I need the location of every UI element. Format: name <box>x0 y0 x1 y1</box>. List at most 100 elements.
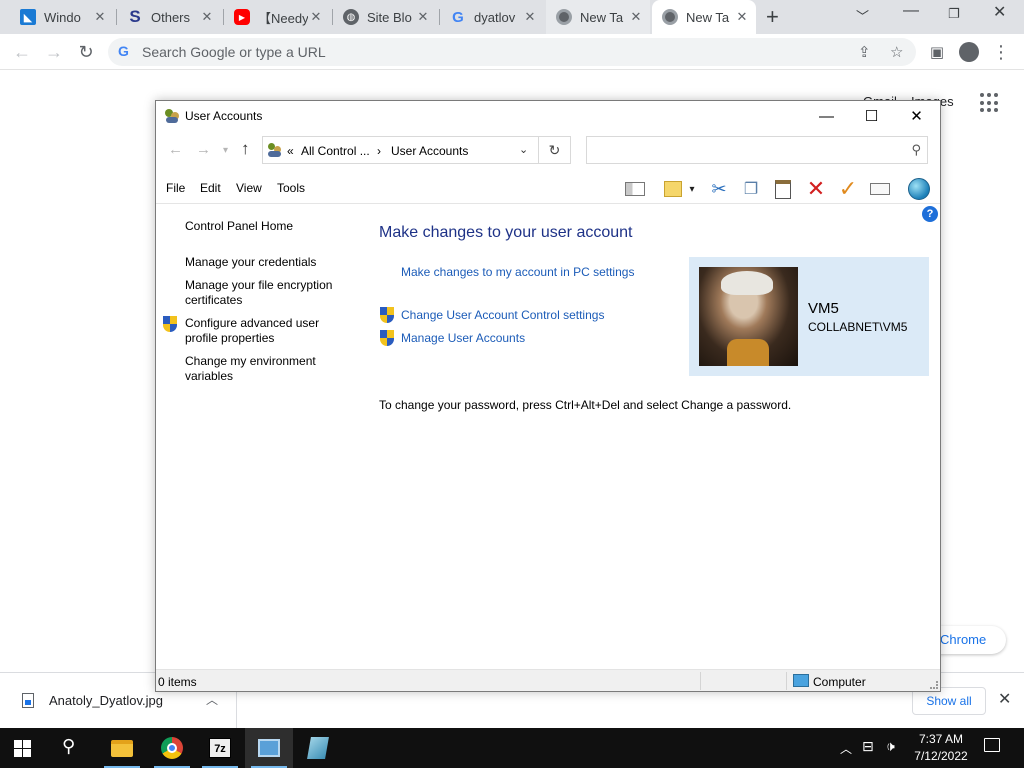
up-arrow-icon[interactable]: ↑ <box>241 139 250 159</box>
paste-icon[interactable] <box>770 177 796 201</box>
taskbar-search-icon[interactable]: ⚲ <box>62 736 75 757</box>
restore-button[interactable]: ❐ <box>948 6 960 22</box>
network-icon[interactable]: ⊟ <box>862 738 874 755</box>
tab-needy[interactable]: ▶ 【Needy ✕ <box>224 0 330 34</box>
file-encryption-link[interactable]: Manage your file encryption certificates <box>185 278 350 308</box>
checkmark-icon[interactable]: ✓ <box>835 176 861 201</box>
control-panel-taskbar-button[interactable] <box>245 728 293 768</box>
address-crumb-control-panel[interactable]: All Control ... <box>301 144 370 158</box>
chevron-up-icon[interactable]: ︿ <box>840 740 852 757</box>
close-tab-icon[interactable]: ✕ <box>734 9 750 25</box>
chevron-up-icon[interactable]: ︿ <box>206 691 218 708</box>
refresh-button[interactable]: ↻ <box>539 136 571 164</box>
user-card: VM5 COLLABNET\VM5 <box>689 257 929 376</box>
image-file-icon <box>22 693 34 708</box>
windows-start-icon[interactable] <box>14 740 31 757</box>
tab-new-tab-active[interactable]: New Ta ✕ <box>652 0 756 34</box>
close-tab-icon[interactable]: ✕ <box>415 9 431 25</box>
item-count: 0 items <box>158 675 197 689</box>
properties-icon[interactable] <box>660 177 686 201</box>
environment-variables-link[interactable]: Change my environment variables <box>185 354 350 384</box>
taskbar: ⚲ 7z ︿ ⊟ 🕩 7:37 AM 7/12/2022 <box>0 728 1024 768</box>
close-tab-icon[interactable]: ✕ <box>199 9 215 25</box>
file-explorer-taskbar-button[interactable] <box>98 728 146 768</box>
tab-new-tab[interactable]: New Ta ✕ <box>546 0 650 34</box>
page-heading: Make changes to your user account <box>379 224 633 241</box>
recent-locations-chevron-icon[interactable]: ▾ <box>223 145 228 156</box>
customize-label: Chrome <box>940 632 987 647</box>
7zip-icon: 7z <box>209 738 231 758</box>
volume-icon[interactable]: 🕩 <box>886 738 895 755</box>
tab-others[interactable]: S Others ✕ <box>117 0 221 34</box>
uac-settings-link[interactable]: Change User Account Control settings <box>401 308 604 322</box>
back-arrow-icon[interactable]: ← <box>168 141 183 158</box>
user-accounts-icon <box>267 143 283 157</box>
close-tab-icon[interactable]: ✕ <box>628 9 644 25</box>
forward-arrow-icon[interactable]: → <box>42 40 66 64</box>
window-title: User Accounts <box>185 109 263 123</box>
chrome-taskbar-button[interactable] <box>148 728 196 768</box>
browser-toolbar: ← → ↻ G Search Google or type a URL ⇪ ☆ … <box>0 34 1024 70</box>
control-panel-home-link[interactable]: Control Panel Home <box>185 219 350 234</box>
globe-icon[interactable] <box>906 177 932 201</box>
menu-tools[interactable]: Tools <box>277 181 305 195</box>
omnibox-placeholder[interactable]: Search Google or type a URL <box>142 44 326 60</box>
kebab-menu-icon[interactable]: ⋮ <box>989 40 1013 64</box>
google-g-icon: G <box>452 8 464 26</box>
tab-site-blocker[interactable]: ◍ Site Blo ✕ <box>333 0 437 34</box>
tab-search-chevron-icon[interactable]: ﹀ <box>856 6 869 25</box>
chevron-down-icon[interactable]: ⌄ <box>519 143 528 156</box>
forward-arrow-icon[interactable]: → <box>196 141 211 158</box>
system-clock[interactable]: 7:37 AM 7/12/2022 <box>906 731 976 765</box>
profile-avatar-icon[interactable] <box>957 40 981 64</box>
omnibox[interactable]: G Search Google or type a URL ⇪ ☆ <box>108 38 916 66</box>
window-minimize-button[interactable]: — <box>804 101 849 131</box>
search-input[interactable]: ⚲ <box>586 136 928 164</box>
notepad-icon <box>307 737 329 759</box>
side-panel-icon[interactable]: ▣ <box>925 40 949 64</box>
delete-icon[interactable]: ✕ <box>803 176 829 201</box>
rename-icon[interactable] <box>867 177 893 201</box>
close-tab-icon[interactable]: ✕ <box>522 9 538 25</box>
new-tab-button[interactable]: + <box>766 4 779 30</box>
manage-credentials-link[interactable]: Manage your credentials <box>185 255 350 270</box>
tab-title: Site Blo <box>367 9 412 25</box>
chevron-right-icon[interactable]: › <box>377 144 381 158</box>
pc-settings-link[interactable]: Make changes to my account in PC setting… <box>401 265 634 279</box>
7zip-taskbar-button[interactable]: 7z <box>196 728 244 768</box>
window-titlebar[interactable]: User Accounts — ☐ ✕ <box>156 101 940 131</box>
address-crumb-user-accounts[interactable]: User Accounts <box>391 144 468 158</box>
window-maximize-button[interactable]: ☐ <box>849 101 894 131</box>
window-close-button[interactable]: ✕ <box>894 101 939 131</box>
tab-title: New Ta <box>686 9 730 25</box>
menu-edit[interactable]: Edit <box>200 181 221 195</box>
notepad-taskbar-button[interactable] <box>294 728 342 768</box>
address-bar[interactable]: « All Control ... › User Accounts ⌄ <box>262 136 539 164</box>
globe-icon: ◍ <box>343 9 359 25</box>
tab-title: Others <box>151 9 191 25</box>
close-tab-icon[interactable]: ✕ <box>308 9 324 25</box>
minimize-button[interactable]: — <box>903 2 919 20</box>
cut-icon[interactable]: ✂ <box>706 177 732 201</box>
menu-file[interactable]: File <box>166 181 185 195</box>
layout-pane-icon[interactable] <box>622 177 648 201</box>
share-icon[interactable]: ⇪ <box>858 43 871 61</box>
notification-center-icon[interactable] <box>984 738 1000 752</box>
reload-icon[interactable]: ↻ <box>74 40 98 64</box>
manage-user-accounts-link[interactable]: Manage User Accounts <box>401 331 525 345</box>
google-apps-icon[interactable] <box>980 93 1000 113</box>
resize-grip[interactable] <box>930 681 938 689</box>
tab-dyatlov[interactable]: G dyatlov ✕ <box>440 0 544 34</box>
address-overflow[interactable]: « <box>287 144 294 158</box>
help-icon[interactable]: ? <box>922 206 938 222</box>
back-arrow-icon[interactable]: ← <box>10 40 34 64</box>
bookmark-star-icon[interactable]: ☆ <box>890 43 903 61</box>
copy-icon[interactable]: ❐ <box>738 177 764 201</box>
tab-windo[interactable]: ◣ Windo ✕ <box>10 0 114 34</box>
menu-view[interactable]: View <box>236 181 262 195</box>
close-downloads-icon[interactable]: ✕ <box>998 689 1011 709</box>
advanced-profile-link[interactable]: Configure advanced user profile properti… <box>185 316 350 346</box>
close-window-button[interactable]: ✕ <box>993 2 1006 22</box>
chevron-down-icon[interactable]: ▾ <box>686 177 698 201</box>
close-tab-icon[interactable]: ✕ <box>92 9 108 25</box>
